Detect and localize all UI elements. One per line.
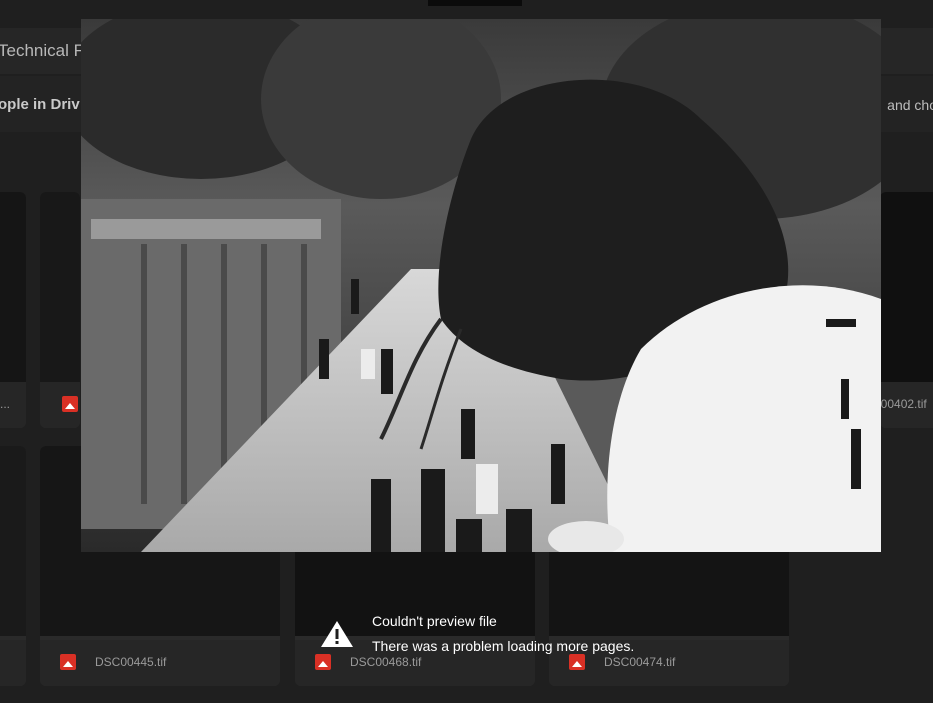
preview-error-toast: Couldn't preview file There was a proble…: [320, 605, 680, 665]
image-file-icon: [60, 654, 76, 670]
document-title[interactable]: Technical F: [0, 41, 84, 61]
image-preview[interactable]: [81, 19, 881, 552]
toast-message: There was a problem loading more pages.: [372, 638, 635, 654]
image-file-icon: [62, 396, 78, 412]
photo-image: [81, 19, 881, 552]
file-card[interactable]: C00402.tif: [880, 192, 933, 428]
banner-text-left: ople in Driv: [0, 96, 80, 113]
file-card[interactable]: ...: [0, 192, 26, 428]
banner-text-right: and cho: [887, 97, 933, 113]
file-card[interactable]: [40, 192, 80, 428]
warning-icon: [321, 621, 353, 647]
file-name: DSC00445.tif: [95, 655, 167, 669]
top-drag-handle: [428, 0, 522, 6]
toast-title: Couldn't preview file: [372, 613, 497, 629]
file-name: C00402.tif: [880, 397, 927, 411]
file-card[interactable]: [0, 446, 26, 686]
